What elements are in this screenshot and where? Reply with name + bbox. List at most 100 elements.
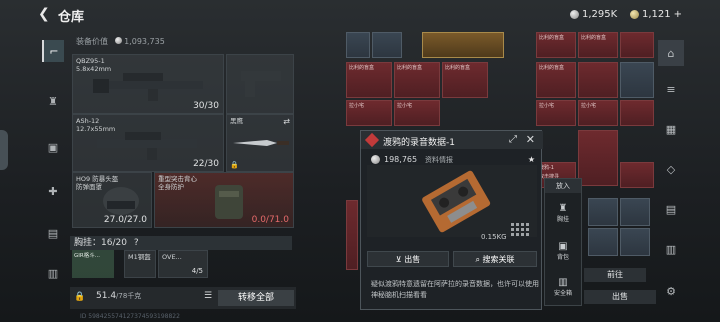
chest-rig-bar[interactable]: 胸挂：16/20 ? <box>70 236 292 250</box>
equipment-panel: 装备价值 1,093,735 QBZ95-1 5.8x42mm 30/30 ASh… <box>70 32 296 322</box>
transfer-all-button[interactable]: 转移全部 <box>218 290 294 306</box>
settings-icon[interactable]: ⚙ <box>658 278 684 304</box>
search-related-button[interactable]: ⌕ 搜索关联 <box>453 251 537 267</box>
item-price: 198,765 <box>371 155 417 164</box>
swap-icon[interactable]: ⇄ <box>283 117 290 126</box>
grid-cell[interactable]: 比利的盲盒 <box>394 62 440 98</box>
put-into-menu: 放入 ♜ 胸挂 ▣ 背包 ▥ 安全箱 <box>544 178 582 306</box>
grid-cell[interactable] <box>620 100 654 126</box>
search-icon: ⌕ <box>475 255 483 264</box>
grid-cell[interactable] <box>620 228 650 256</box>
pistol-icon <box>241 71 281 97</box>
grid-size-icon <box>511 223 529 236</box>
helmet-icon <box>103 187 139 215</box>
sell-bottom-button[interactable]: 出售 <box>584 290 656 304</box>
grid-cell[interactable]: 拉小宅 <box>346 100 392 126</box>
item-category: 资料情报 <box>425 156 453 164</box>
pistol-slot[interactable] <box>226 54 294 114</box>
currency-display-2[interactable]: 1,121 + <box>630 9 682 20</box>
left-edge-tab[interactable] <box>0 130 8 170</box>
list-icon[interactable]: ☰ <box>204 291 212 301</box>
grid-cell[interactable] <box>578 130 618 186</box>
vest-icon <box>215 185 243 219</box>
grid-cell[interactable] <box>620 198 650 226</box>
helmet-slot[interactable]: HO9 防暴头盔 防弹面罩 27.0/27.0 <box>72 172 152 228</box>
player-id: ID 598425574127374593198822 <box>80 313 180 320</box>
weight-display: 51.4/78千克 <box>96 291 142 301</box>
grid-cell[interactable] <box>588 228 618 256</box>
rifle-icon <box>93 73 203 101</box>
grid-cell[interactable]: 比利的盲盒 <box>536 32 576 58</box>
sort-nav-icon[interactable]: ≡ <box>658 76 684 102</box>
lock-icon: 🔒 <box>74 292 86 302</box>
put-into-title: 放入 <box>545 179 581 193</box>
back-arrow-icon[interactable]: ❮ <box>38 6 50 22</box>
knife-icon <box>233 140 289 146</box>
popup-header: 渡鸦的录音数据-1 ⤢ ✕ <box>361 131 543 149</box>
chest-item-3[interactable]: OVE... 4/5 <box>158 250 208 278</box>
chest-rig-icon: ♜ <box>558 203 568 214</box>
item-weight: 0.15KG <box>481 233 507 241</box>
gold-item-cell[interactable] <box>422 32 504 58</box>
favorite-star-icon[interactable]: ★ <box>528 155 535 164</box>
backpack-icon: ▣ <box>558 241 568 252</box>
armor-slot[interactable]: 重型突击背心 全身防护 0.0/71.0 <box>154 172 294 228</box>
melee-slot[interactable]: 黑鹰 ⇄ 🔒 <box>226 114 294 172</box>
left-nav: ⌐ ♜ ▣ ✚ ▤ ▥ <box>38 32 66 322</box>
armor-nav-icon[interactable]: ♜ <box>42 90 64 112</box>
coin-icon <box>371 155 380 164</box>
equip-value: 装备价值 1,093,735 <box>76 37 165 46</box>
top-bar: ❮ 仓库 1,295K 1,121 + <box>0 0 720 28</box>
tag-nav-icon[interactable]: ◇ <box>658 156 684 182</box>
put-into-safe-box[interactable]: ▥ 安全箱 <box>547 277 579 297</box>
expand-nav-icon[interactable]: ▥ <box>658 236 684 262</box>
red-tier-badge-icon <box>364 132 380 148</box>
put-into-backpack[interactable]: ▣ 背包 <box>547 241 579 261</box>
grid-cell[interactable] <box>346 200 358 270</box>
goto-button[interactable]: 前往 <box>584 268 646 282</box>
sell-icon: ⊻ <box>395 255 405 264</box>
grid-cell[interactable] <box>620 62 654 98</box>
supplies-nav-icon[interactable]: ✚ <box>42 180 64 202</box>
documents-nav-icon[interactable]: ▤ <box>42 222 64 244</box>
chest-item-1[interactable]: GIR格斗... <box>72 250 114 278</box>
item-description: 疑似渡鸦特意遗留在阿萨拉的录音数据，也许可以使用神秘脑机扫描看看 <box>371 280 539 299</box>
collection-nav-icon[interactable]: ▤ <box>658 196 684 222</box>
right-nav: ⌂ ≡ ▦ ◇ ▤ ▥ ⚙ <box>656 32 686 322</box>
grid-cell[interactable] <box>620 162 654 188</box>
put-into-chest-rig[interactable]: ♜ 胸挂 <box>547 203 579 223</box>
grid-cell[interactable]: 拉小宅 <box>536 100 576 126</box>
currency-display-1: 1,295K <box>570 9 617 20</box>
filter-nav-icon[interactable]: ▦ <box>658 116 684 142</box>
coin-icon <box>570 10 579 19</box>
item-detail-popup: 渡鸦的录音数据-1 ⤢ ✕ 198,765 资料情报 ★ 0.15KG ⊻ 出售… <box>360 130 543 310</box>
grid-cell[interactable] <box>620 32 654 58</box>
safe-box-icon: ▥ <box>558 277 568 288</box>
secondary-weapon-slot[interactable]: ASh-12 12.7x55mm 22/30 <box>72 114 224 172</box>
grid-cell[interactable]: 拉小宅 <box>394 100 440 126</box>
warehouse-nav-icon[interactable]: ⌂ <box>658 40 684 66</box>
chest-item-2[interactable]: M1钢盔 <box>124 250 156 278</box>
grid-cell[interactable]: 比利的盲盒 <box>346 62 392 98</box>
grid-cell[interactable]: 比利的盲盒 <box>536 62 576 98</box>
grid-cell[interactable] <box>588 198 618 226</box>
grid-cell[interactable]: 拉小宅 <box>578 100 618 126</box>
weapon-nav-icon[interactable]: ⌐ <box>42 40 64 62</box>
coin-icon <box>114 37 122 44</box>
chest-nav-icon[interactable]: ▥ <box>42 262 64 284</box>
backpack-nav-icon[interactable]: ▣ <box>42 136 64 158</box>
page-title: 仓库 <box>58 10 85 25</box>
grid-cell[interactable]: 比利的盲盒 <box>578 32 618 58</box>
help-icon[interactable]: ? <box>134 238 139 248</box>
primary-weapon-slot[interactable]: QBZ95-1 5.8x42mm 30/30 <box>72 54 224 114</box>
sell-button[interactable]: ⊻ 出售 <box>367 251 449 267</box>
lock-icon: 🔒 <box>230 161 239 169</box>
close-icon[interactable]: ✕ <box>526 133 535 146</box>
grid-cell[interactable] <box>578 62 618 98</box>
rifle-icon <box>97 132 197 160</box>
grid-cell[interactable] <box>346 32 370 58</box>
expand-icon[interactable]: ⤢ <box>509 134 517 145</box>
grid-cell[interactable]: 比利的盲盒 <box>442 62 488 98</box>
grid-cell[interactable] <box>372 32 402 58</box>
coin-icon <box>630 10 639 19</box>
